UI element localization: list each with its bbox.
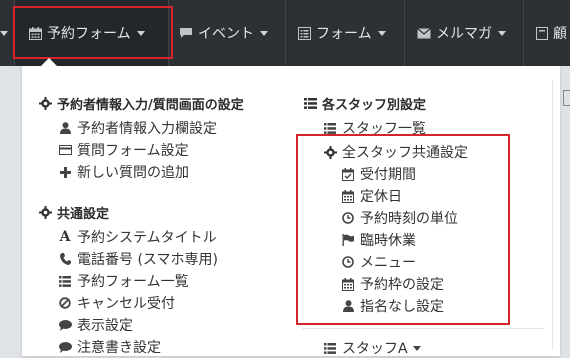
menu-item-cancel[interactable]: キャンセル受付 <box>58 293 175 313</box>
nav-item-form[interactable]: フォーム <box>285 0 404 66</box>
comment-icon <box>58 341 72 353</box>
ban-icon <box>58 297 72 309</box>
list-icon <box>58 275 72 287</box>
caret-down-icon <box>0 31 8 36</box>
comment-icon <box>179 27 193 39</box>
menu-item-notes[interactable]: 注意書き設定 <box>58 337 161 357</box>
menu-item-system-title[interactable]: A 予約システムタイトル <box>58 227 217 247</box>
caret-down-icon <box>377 30 386 36</box>
dropdown-pointer <box>41 58 57 66</box>
section-header-staff: 各スタッフ別設定 <box>303 94 426 113</box>
menu-item-booker-fields[interactable]: 予約者情報入力欄設定 <box>58 118 217 138</box>
section-header-questions: 予約者情報入力/質問画面の設定 <box>38 94 244 113</box>
highlight-all-staff-common <box>296 134 510 325</box>
menu-item-phone[interactable]: 電話番号 (スマホ専用) <box>58 249 218 269</box>
nav-item-label: 顧 <box>553 26 567 42</box>
list-icon <box>323 342 337 354</box>
envelope-icon <box>417 27 431 39</box>
column-separator <box>552 80 553 350</box>
nav-prev-caret[interactable] <box>0 0 12 66</box>
list-icon <box>323 122 337 134</box>
nav-item-label: イベント <box>198 26 254 42</box>
nav-item-label: メルマガ <box>436 26 492 42</box>
caret-down-icon <box>412 345 421 351</box>
caret-down-icon <box>260 30 268 36</box>
nav-item-event[interactable]: イベント <box>168 0 285 66</box>
book-icon <box>536 26 548 40</box>
cog-icon <box>38 206 52 219</box>
credit-card-icon <box>58 145 72 155</box>
caret-down-icon <box>498 30 506 36</box>
next-column-edge <box>563 90 570 106</box>
highlight-nav-reservation-form <box>13 6 173 59</box>
cog-icon <box>38 97 52 110</box>
menu-item-staff-a[interactable]: スタッフA <box>323 338 421 358</box>
list-alt-icon <box>298 26 311 40</box>
menu-item-display[interactable]: 表示設定 <box>58 315 133 335</box>
menu-item-question-form[interactable]: 質問フォーム設定 <box>58 140 189 160</box>
phone-icon <box>58 253 72 265</box>
menu-item-form-list[interactable]: 予約フォーム一覧 <box>58 271 189 291</box>
section-header-common: 共通設定 <box>38 203 109 222</box>
user-icon <box>58 122 72 134</box>
nav-item-customer[interactable]: 顧 <box>523 0 570 66</box>
font-icon: A <box>59 229 71 245</box>
menu-divider <box>302 328 544 329</box>
menu-item-add-question[interactable]: 新しい質問の追加 <box>58 162 189 182</box>
nav-item-mail-magazine[interactable]: メルマガ <box>404 0 523 66</box>
comment-icon <box>58 319 72 331</box>
list-icon <box>303 98 317 109</box>
plus-icon <box>58 166 72 178</box>
nav-item-label: フォーム <box>316 26 372 42</box>
